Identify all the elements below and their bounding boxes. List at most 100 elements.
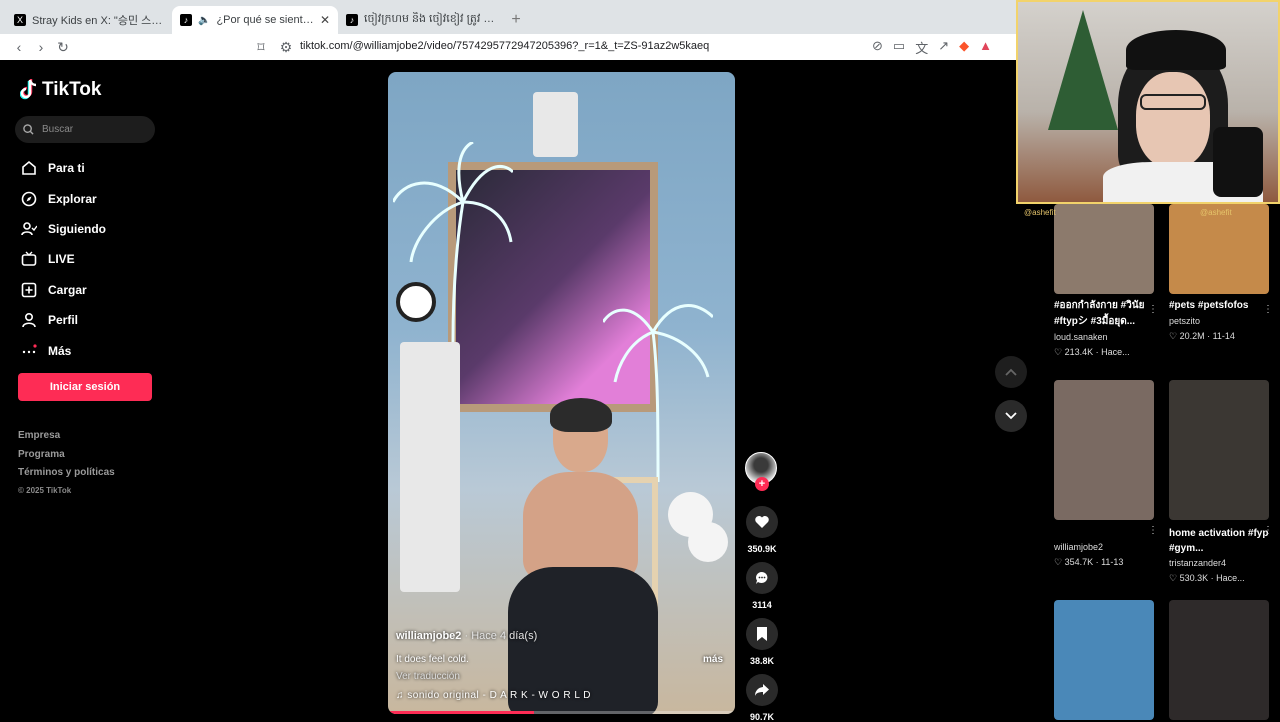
tab-bar: X Stray Kids en X: "승민 스케줄 관련 안 ♪ 🔈 ¿Por… xyxy=(0,0,1016,34)
tiktok-note-icon xyxy=(20,79,37,100)
card-title: #ออกกำลังกาย #วินัย #ftypシ #3มื้อยุด... xyxy=(1054,300,1145,327)
new-tab-button[interactable]: + xyxy=(504,6,528,34)
next-video-button[interactable] xyxy=(995,400,1027,432)
footer-link-programa[interactable]: Programa xyxy=(18,449,115,468)
footer-link-empresa[interactable]: Empresa xyxy=(18,430,115,449)
tab-stray-kids[interactable]: X Stray Kids en X: "승민 스케줄 관련 안 xyxy=(6,6,172,34)
card-user[interactable]: loud.sanaken xyxy=(1054,330,1154,344)
rewards-icon[interactable]: ▲ xyxy=(979,38,992,57)
previous-video-button[interactable] xyxy=(995,356,1027,388)
sidebar-item-siguiendo[interactable]: Siguiendo xyxy=(20,214,106,244)
related-video-card[interactable]: ⋮ williamjobe2 ♡ 354.7K · 11-13 xyxy=(1054,380,1158,570)
christmas-tree xyxy=(1048,10,1118,130)
card-user[interactable]: williamjobe2 xyxy=(1054,540,1154,554)
tab-title: ¿Por qué se siente frío? Explo xyxy=(216,14,313,26)
screen-icon[interactable]: ▭ xyxy=(893,38,905,57)
card-user[interactable]: tristanzander4 xyxy=(1169,556,1269,570)
close-tab-icon[interactable]: ✕ xyxy=(320,13,330,27)
related-video-card[interactable]: home activation #fyp #gym... ⋮ tristanza… xyxy=(1169,380,1273,586)
cam-social-handle: @ashefit xyxy=(1200,208,1232,217)
sidebar-item-explorar[interactable]: Explorar xyxy=(20,183,106,213)
no-cast-icon[interactable]: ⊘ xyxy=(872,38,883,57)
video-progress-bar[interactable] xyxy=(388,711,735,714)
sidebar-item-live[interactable]: LIVE xyxy=(20,244,106,274)
video-player[interactable]: williamjobe2 · Hace 4 día(s) It does fee… xyxy=(388,72,735,714)
sidebar-item-label: Para ti xyxy=(48,161,85,176)
more-options-icon[interactable]: ⋮ xyxy=(1263,525,1273,536)
video-author[interactable]: williamjobe2 xyxy=(396,630,461,642)
speaker-icon[interactable]: 🔈 xyxy=(198,15,210,26)
sidebar-item-label: Explorar xyxy=(48,191,97,206)
tiktok-logo[interactable]: TikTok xyxy=(20,79,101,101)
sidebar-item-perfil[interactable]: Perfil xyxy=(20,305,106,335)
forward-icon[interactable]: › xyxy=(30,39,52,55)
site-info-icon[interactable]: ⚙ xyxy=(275,39,297,56)
search-input[interactable]: Buscar xyxy=(15,116,155,143)
comment-action[interactable]: 3114 xyxy=(745,562,779,610)
x-logo-icon: X xyxy=(14,14,26,26)
url-field[interactable]: tiktok.com/@williamjobe2/video/757429577… xyxy=(300,40,709,52)
person-hair xyxy=(550,398,612,432)
card-user[interactable]: petszito xyxy=(1169,314,1269,328)
save-action[interactable]: 38.8K xyxy=(745,618,779,666)
progress-fill xyxy=(388,711,534,714)
brand-name: TikTok xyxy=(42,79,102,100)
profile-icon xyxy=(20,311,38,329)
reload-icon[interactable]: ↻ xyxy=(52,39,74,56)
video-thumbnail[interactable] xyxy=(1054,380,1154,520)
following-icon xyxy=(20,220,38,238)
sidebar-item-cargar[interactable]: Cargar xyxy=(20,275,106,305)
sidebar-item-para-ti[interactable]: Para ti xyxy=(20,153,106,183)
sound-link[interactable]: ♫ sonido original - D A R K - W O R L D xyxy=(396,690,591,701)
video-thumbnail[interactable] xyxy=(1054,600,1154,720)
sidebar-nav: Para ti Explorar Siguiendo LIVE Cargar P… xyxy=(20,153,106,366)
video-author-line: williamjobe2 · Hace 4 día(s) xyxy=(396,630,537,642)
sidebar-item-label: Siguiendo xyxy=(48,221,106,236)
video-scene-heater xyxy=(533,92,578,157)
brave-shield-icon[interactable]: ◆ xyxy=(959,38,969,57)
streamer-cap xyxy=(1126,30,1226,70)
caption-more-link[interactable]: más xyxy=(703,654,723,665)
footer-link-terminos[interactable]: Términos y políticas xyxy=(18,467,115,486)
related-video-card[interactable]: #ออกกำลังกาย #วินัย #ftypシ #3มื้อยุด... … xyxy=(1054,204,1158,360)
video-thumbnail[interactable] xyxy=(1169,380,1269,520)
share-action[interactable]: 90.7K xyxy=(745,674,779,722)
more-options-icon[interactable]: ⋮ xyxy=(1148,304,1158,315)
related-video-card[interactable] xyxy=(1169,600,1269,720)
tab-tiktok-active[interactable]: ♪ 🔈 ¿Por qué se siente frío? Explo ✕ xyxy=(172,6,338,34)
video-thumbnail[interactable] xyxy=(1169,600,1269,720)
sidebar-item-label: Cargar xyxy=(48,282,87,297)
related-video-card[interactable]: #pets #petsfofos ⋮ petszito ♡ 20.2M · 11… xyxy=(1169,204,1273,344)
card-stats: ♡ 20.2M · 11-14 xyxy=(1169,331,1235,341)
like-action[interactable]: 350.9K xyxy=(745,506,779,554)
video-thumbnail[interactable] xyxy=(1169,204,1269,294)
more-options-icon[interactable]: ⋮ xyxy=(1263,304,1273,315)
copyright: © 2025 TikTok xyxy=(18,485,72,495)
tab-tiktok-khmer[interactable]: ♪ ចៀវក្រហម និង ចៀវខៀវ ត្រូវ លក្ខខណ្ឌ xyxy=(338,6,504,34)
comment-count: 3114 xyxy=(752,600,772,610)
more-options-icon[interactable]: ⋮ xyxy=(1148,525,1158,536)
microphone xyxy=(1213,127,1263,197)
video-scene-person xyxy=(508,398,658,714)
video-caption: It does feel cold. xyxy=(396,654,469,665)
translate-link[interactable]: Ver traducción xyxy=(396,671,460,682)
sidebar-item-mas[interactable]: Más xyxy=(20,335,106,365)
translate-icon[interactable]: 文 xyxy=(915,38,928,57)
back-icon[interactable]: ‹ xyxy=(8,39,30,55)
video-thumbnail[interactable] xyxy=(1054,204,1154,294)
follow-plus-icon[interactable]: + xyxy=(755,477,769,491)
sidebar-item-label: Más xyxy=(48,343,72,358)
tiktok-favicon-icon: ♪ xyxy=(180,14,192,26)
chevron-up-icon xyxy=(1005,368,1017,376)
related-video-card[interactable] xyxy=(1054,600,1154,720)
share-icon[interactable]: ↗ xyxy=(938,38,949,57)
login-button[interactable]: Iniciar sesión xyxy=(18,373,152,401)
card-stats: ♡ 213.4K · Hace... xyxy=(1054,347,1130,357)
neon-palm-icon xyxy=(393,142,513,342)
author-avatar[interactable]: + xyxy=(745,452,777,491)
card-title: home activation #fyp #gym... xyxy=(1169,528,1269,554)
bookmark-icon[interactable]: ⌑ xyxy=(250,39,272,56)
compass-icon xyxy=(20,190,38,208)
home-icon xyxy=(20,159,38,177)
more-icon xyxy=(20,342,38,360)
